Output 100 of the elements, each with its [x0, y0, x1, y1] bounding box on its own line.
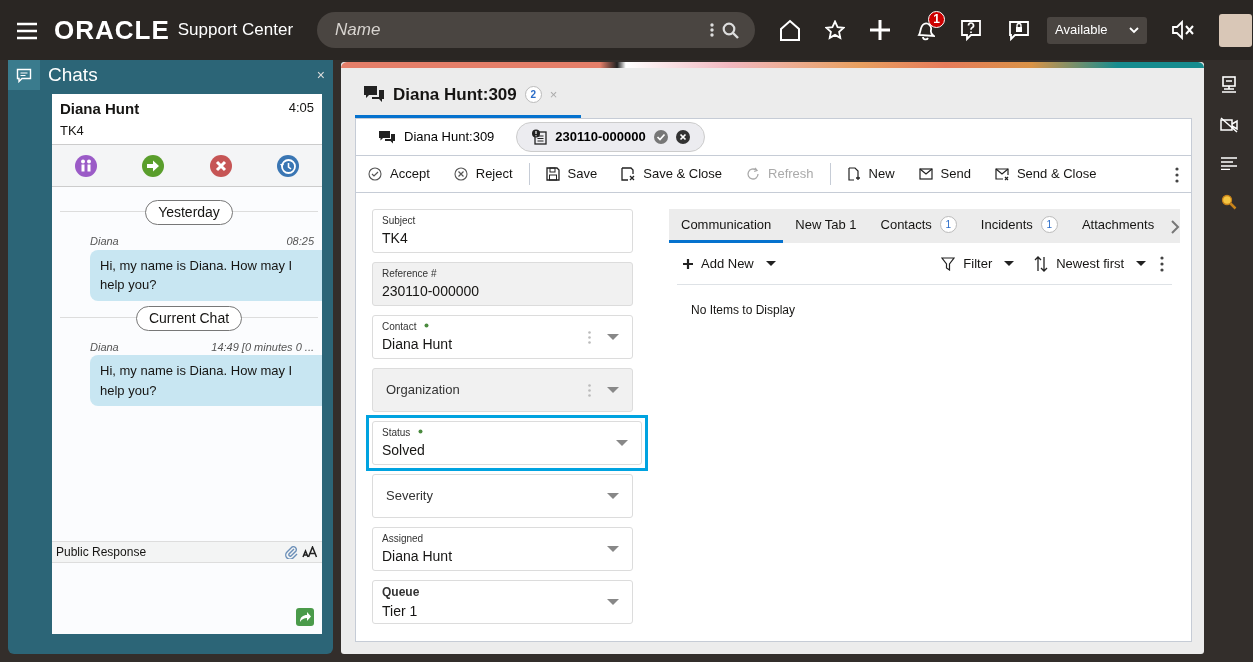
search-field[interactable]: Name — [317, 12, 756, 48]
chat-icon — [363, 85, 385, 104]
caret-icon — [607, 387, 619, 393]
notification-badge: 1 — [928, 11, 946, 28]
caret-icon — [607, 546, 619, 552]
lock-chat-icon[interactable] — [1007, 18, 1032, 42]
dropdown-field[interactable]: Severity — [372, 474, 633, 518]
caret-icon — [1136, 261, 1147, 266]
detail-tab[interactable]: Communication — [669, 209, 784, 243]
dropdown-field[interactable]: Contact Diana Hunt — [372, 315, 633, 359]
toolbar-button[interactable]: Send — [910, 160, 979, 188]
dropdown-field[interactable]: Assigned Diana Hunt — [372, 527, 633, 571]
session-timer: 4:05 — [288, 99, 314, 117]
presence-dropdown[interactable]: Available — [1047, 16, 1148, 44]
robot-icon[interactable] — [1220, 76, 1237, 93]
caret-icon — [607, 334, 619, 340]
dropdown-field[interactable]: Organization — [372, 368, 633, 412]
subtab[interactable]: Diana Hunt:309 — [364, 123, 509, 151]
add-new-button[interactable]: Add New — [677, 252, 782, 275]
caret-icon — [1004, 261, 1015, 266]
toolbar-button[interactable]: Send & Close — [986, 160, 1105, 188]
new-document-icon — [846, 167, 861, 181]
empty-message: No Items to Display — [691, 302, 797, 319]
chevron-right-icon[interactable] — [1170, 219, 1181, 235]
sort-button[interactable]: Newest first — [1028, 252, 1153, 275]
dropdown-field[interactable]: Queue Tier 1 — [372, 580, 633, 624]
caret-icon — [607, 493, 619, 499]
text-size-icon[interactable] — [302, 546, 318, 558]
tab-label: Diana Hunt:309 — [393, 83, 517, 106]
send-icon[interactable] — [296, 608, 314, 626]
search-input[interactable]: Name — [333, 16, 711, 44]
avatar[interactable] — [1219, 13, 1253, 47]
required-icon — [418, 429, 424, 435]
menu-button[interactable] — [16, 20, 38, 40]
home-icon[interactable] — [779, 19, 802, 41]
toolbar-button[interactable]: Reject — [445, 160, 521, 188]
more-icon[interactable] — [1175, 166, 1179, 183]
save-close-icon — [621, 167, 636, 181]
input-field[interactable]: Reference # 230110-000000 — [372, 262, 633, 306]
caret-icon — [616, 440, 628, 446]
message-bubble: Hi, my name is Diana. How may I help you? — [90, 355, 322, 406]
response-type-label: Public Response — [56, 544, 148, 561]
chat-icon — [16, 67, 32, 83]
x-circle-icon — [453, 167, 468, 181]
plus-icon[interactable] — [869, 19, 892, 41]
end-chat-icon[interactable] — [209, 154, 232, 177]
caret-icon — [765, 261, 776, 266]
chat-subject: TK4 — [60, 121, 85, 140]
search-icon[interactable] — [722, 21, 740, 39]
toolbar-button[interactable]: New — [838, 160, 903, 188]
sender-name: Diana — [90, 234, 119, 249]
mute-icon[interactable] — [1171, 20, 1196, 40]
video-off-icon[interactable] — [1219, 117, 1238, 133]
check-circle-icon — [368, 167, 382, 181]
paperclip-icon[interactable] — [284, 545, 298, 559]
detail-tab[interactable]: Attachments — [1069, 209, 1167, 243]
incident-icon — [531, 129, 548, 145]
caret-icon — [607, 599, 619, 605]
conference-icon[interactable] — [74, 154, 97, 177]
message-time: 14:49 [0 minutes 0 ... — [211, 339, 314, 355]
filter-icon — [941, 256, 956, 271]
message-bubble: Hi, my name is Diana. How may I help you? — [90, 249, 322, 301]
dropdown-field[interactable]: Status Solved — [372, 421, 642, 465]
save-icon — [545, 167, 560, 181]
chevron-icon — [1129, 26, 1140, 34]
message-time: 08:25 — [286, 234, 314, 249]
envelope-icon — [918, 167, 933, 181]
date-separator: Current Chat — [135, 305, 243, 331]
kebab-icon[interactable] — [710, 23, 715, 37]
close-icon[interactable] — [675, 130, 690, 144]
transfer-icon[interactable] — [142, 154, 165, 177]
history-icon[interactable] — [277, 154, 300, 177]
help-chat-icon[interactable] — [959, 18, 984, 42]
sender-name: Diana — [90, 339, 119, 355]
input-field[interactable]: Subject TK4 — [372, 209, 633, 253]
check-icon[interactable] — [653, 130, 668, 144]
search-icon[interactable] — [1220, 194, 1237, 210]
date-separator: Yesterday — [145, 200, 233, 225]
detail-tab[interactable]: Incidents 1 — [968, 209, 1070, 243]
lines-icon[interactable] — [1220, 157, 1237, 170]
required-icon — [424, 323, 430, 329]
toolbar-button[interactable]: Save — [537, 160, 606, 188]
toolbar-button[interactable]: Accept — [360, 160, 438, 188]
detail-tab[interactable]: Contacts 1 — [868, 209, 969, 243]
panel-title: Chats — [48, 62, 99, 87]
chat-icon — [378, 129, 396, 145]
contact-name: Diana Hunt — [60, 99, 140, 119]
menu-icon — [16, 21, 38, 40]
star-icon[interactable] — [825, 20, 846, 40]
more-icon[interactable] — [1160, 255, 1165, 272]
sort-icon — [1034, 255, 1049, 272]
toolbar-button[interactable]: Save & Close — [613, 160, 730, 188]
filter-button[interactable]: Filter — [935, 252, 1021, 275]
app-title: Support Center — [177, 19, 294, 42]
refresh-icon — [746, 167, 760, 181]
subtab[interactable]: 230110-000000 — [516, 122, 705, 152]
plus-icon — [683, 258, 693, 269]
detail-tab[interactable]: New Tab 1 — [783, 209, 869, 243]
count-badge: 1 — [1040, 216, 1058, 233]
close-button[interactable]: × — [316, 64, 325, 86]
